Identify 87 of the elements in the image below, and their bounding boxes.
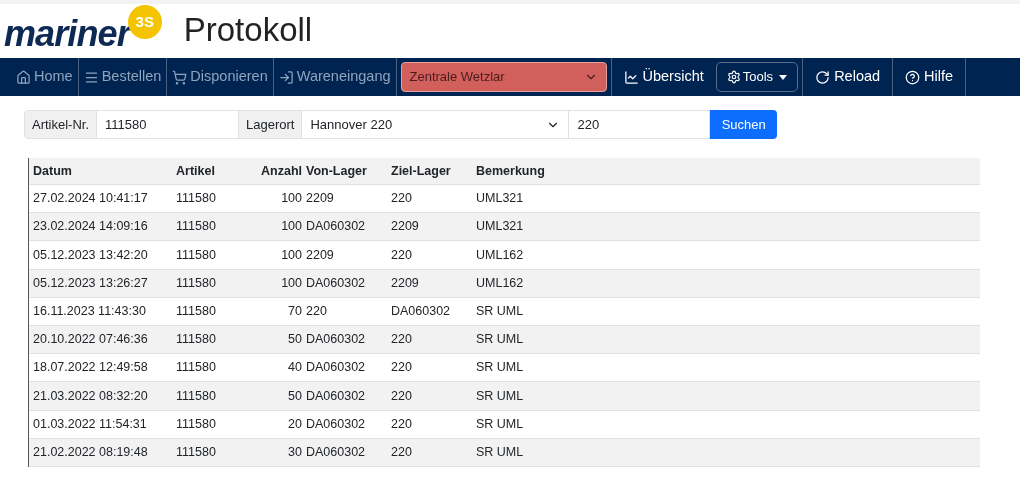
table-cell-text: 50 xyxy=(287,387,303,405)
caret-icon xyxy=(779,74,788,80)
table-cell-text: DA060302 xyxy=(391,302,452,320)
table-cell-text: 100 xyxy=(280,246,303,264)
table-cell-text: 50 xyxy=(287,331,303,349)
table-cell-text: DA060302 xyxy=(306,331,367,349)
table-cell-text: 111580 xyxy=(176,190,217,208)
table-cell-text: DA060302 xyxy=(306,443,367,461)
table-cell-text: 20 xyxy=(287,415,303,433)
table-cell-text: 100 xyxy=(280,274,303,292)
table-cell-text: 2209 xyxy=(306,190,335,208)
reload-icon xyxy=(815,69,831,85)
table-cell-text: 16.11.2023 11:43:30 xyxy=(33,302,147,320)
table-cell-text: 30 xyxy=(287,443,303,461)
table-cell-text: 111580 xyxy=(176,331,217,349)
table-cell-text: UML162 xyxy=(476,274,525,292)
table-cell-text: UML321 xyxy=(476,218,525,236)
table-cell-text: 70 xyxy=(287,302,303,320)
table-cell-text: DA060302 xyxy=(306,387,367,405)
table-cell-text: 2209 xyxy=(306,246,335,264)
column-header: Bemerkung xyxy=(476,162,546,180)
nav-link[interactable]: Reload xyxy=(803,58,894,96)
nav-link[interactable]: Hilfe xyxy=(893,58,967,96)
table-cell-text: 18.07.2022 12:49:58 xyxy=(33,359,149,377)
table-cell-text: 01.03.2022 11:54:31 xyxy=(33,415,148,433)
code-field[interactable]: 220 xyxy=(568,110,711,139)
field-label: Lagerort xyxy=(238,110,303,139)
table-cell-text: 100 xyxy=(280,190,303,208)
table-cell-text: DA060302 xyxy=(306,274,367,292)
cart-icon xyxy=(172,69,188,85)
login-icon xyxy=(278,69,294,85)
table-cell-text: 220 xyxy=(391,415,413,433)
table-cell-text: UML321 xyxy=(476,190,525,208)
table-cell-text: 2209 xyxy=(391,218,420,236)
table-cell-text: 111580 xyxy=(176,218,217,236)
table-cell-text: DA060302 xyxy=(306,218,367,236)
table-cell-text: 100 xyxy=(280,218,303,236)
table-cell-text: 2209 xyxy=(391,274,420,292)
column-header: Anzahl xyxy=(260,162,303,180)
table-cell-text: 111580 xyxy=(176,387,217,405)
table-cell-text: 20.10.2022 07:46:36 xyxy=(33,331,149,349)
table-cell-text: 111580 xyxy=(176,246,217,264)
table-cell-text: 111580 xyxy=(176,274,217,292)
article-number-field[interactable]: 111580 xyxy=(97,110,239,139)
table-cell-text: 40 xyxy=(287,359,303,377)
table-cell-text: 220 xyxy=(391,359,413,377)
table-cell-text: SR UML xyxy=(476,415,525,433)
table-cell-text: 220 xyxy=(391,443,413,461)
table-cell-text: 05.12.2023 13:26:27 xyxy=(33,274,149,292)
table-cell-text: SR UML xyxy=(476,387,525,405)
table-cell-text: 111580 xyxy=(176,359,217,377)
table-cell-text: SR UML xyxy=(476,359,525,377)
help-icon xyxy=(905,69,921,85)
table-cell-text: 111580 xyxy=(176,415,217,433)
column-header: Artikel xyxy=(176,162,216,180)
table-cell-text: 220 xyxy=(391,331,413,349)
table-cell-text: DA060302 xyxy=(306,359,367,377)
table-cell-text: 27.02.2024 10:41:17 xyxy=(33,190,149,208)
location-dropdown[interactable]: Hannover 220 xyxy=(302,110,569,139)
location-select[interactable]: Zentrale Wetzlar xyxy=(400,62,607,92)
field-label: Artikel-Nr. xyxy=(24,110,98,139)
table-cell-text: UML162 xyxy=(476,246,525,264)
table-cell-text: SR UML xyxy=(476,302,525,320)
table-cell-text: 111580 xyxy=(176,443,217,461)
table-cell-text: SR UML xyxy=(476,331,525,349)
tools-dropdown[interactable]: Tools xyxy=(715,62,799,92)
table-cell-text: 21.02.2022 08:19:48 xyxy=(33,443,149,461)
table-cell-text: 21.03.2022 08:32:20 xyxy=(33,387,149,405)
line-chart-icon xyxy=(623,69,639,85)
table-cell-text: 05.12.2023 13:42:20 xyxy=(33,246,149,264)
search-button[interactable]: Suchen xyxy=(710,110,777,139)
table-cell-text: 220 xyxy=(391,246,413,264)
home-icon xyxy=(16,69,31,85)
menu-icon xyxy=(83,69,99,85)
table-cell-text: 111580 xyxy=(176,302,217,320)
nav-link[interactable]: Übersicht xyxy=(611,58,716,96)
settings-icon xyxy=(726,70,741,84)
table-cell-text: 23.02.2024 14:09:16 xyxy=(33,218,149,236)
table-cell-text: 220 xyxy=(391,387,413,405)
column-header: Von-Lager xyxy=(306,162,368,180)
column-header: Ziel-Lager xyxy=(391,162,452,180)
table-cell-text: SR UML xyxy=(476,443,525,461)
table-cell-text: 220 xyxy=(391,190,413,208)
table-cell-text: 220 xyxy=(306,302,328,320)
table-cell-text: DA060302 xyxy=(306,415,367,433)
page-title: Protokoll xyxy=(183,10,313,51)
column-header: Datum xyxy=(33,162,73,180)
